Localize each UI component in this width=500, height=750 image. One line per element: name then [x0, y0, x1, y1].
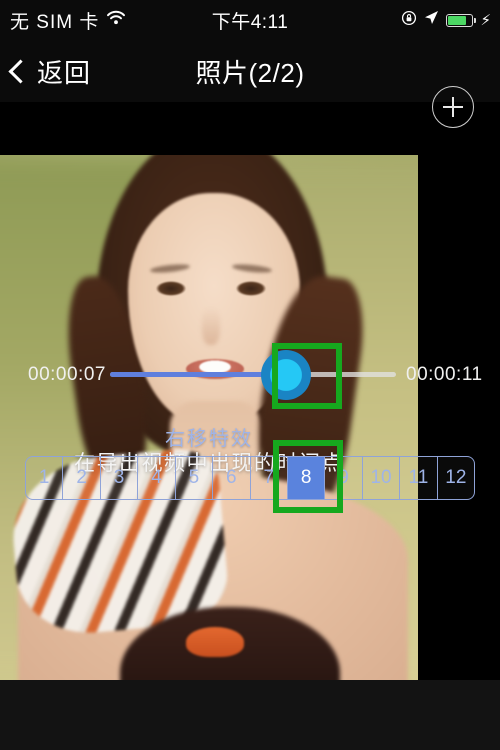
segment-cell-4[interactable]: 4	[138, 457, 176, 499]
phone-screen: 无 SIM 卡 下午4:11 ⚡ 返回 照片(2/2) 在导出视频中出现的时间点…	[0, 0, 500, 750]
segment-cell-5[interactable]: 5	[176, 457, 214, 499]
navigation-bar: 返回 照片(2/2)	[0, 40, 500, 128]
bottom-toolbar: 龙城安卓网 www.lcjrjg.com	[0, 680, 500, 750]
lightning-bolt-icon: ⚡	[480, 11, 491, 29]
segment-cell-3[interactable]: 3	[101, 457, 139, 499]
segmented-control[interactable]: 1 2 3 4 5 6 7 8 9 10 11 12	[25, 456, 475, 500]
segment-cell-10[interactable]: 10	[363, 457, 401, 499]
status-bar-right: ⚡	[401, 0, 491, 40]
time-slider-thumb[interactable]	[261, 350, 311, 400]
battery-icon	[446, 13, 477, 27]
portrait-nose	[202, 307, 220, 345]
segment-cell-2[interactable]: 2	[63, 457, 101, 499]
portrait-eye-left	[156, 281, 186, 296]
segment-cell-12[interactable]: 12	[438, 457, 474, 499]
segment-cell-6[interactable]: 6	[213, 457, 251, 499]
effect-label: 右移特效	[165, 428, 253, 450]
portrait-dress-bow	[186, 627, 244, 657]
page-title: 照片(2/2)	[0, 40, 500, 102]
portrait-eye-right	[236, 281, 266, 296]
time-slider-track[interactable]	[110, 372, 396, 377]
segment-cell-8[interactable]: 8	[287, 457, 326, 499]
page-title-text: 照片(2/2)	[195, 57, 305, 88]
time-end-label: 00:00:11	[406, 364, 483, 385]
location-arrow-icon	[424, 10, 439, 30]
status-bar: 无 SIM 卡 下午4:11 ⚡	[0, 0, 500, 40]
segment-cell-7[interactable]: 7	[251, 457, 288, 499]
segment-cell-11[interactable]: 11	[400, 457, 438, 499]
photo-preview[interactable]: 在导出视频中出现的时间点	[0, 155, 418, 680]
rotation-lock-icon	[401, 10, 417, 31]
segment-cell-1[interactable]: 1	[26, 457, 64, 499]
time-start-label: 00:00:07	[28, 364, 106, 385]
status-time: 下午4:11	[211, 11, 289, 33]
add-button[interactable]	[432, 86, 474, 128]
time-slider-row: 00:00:07 00:00:11	[0, 358, 500, 392]
segment-cell-9[interactable]: 9	[325, 457, 363, 499]
